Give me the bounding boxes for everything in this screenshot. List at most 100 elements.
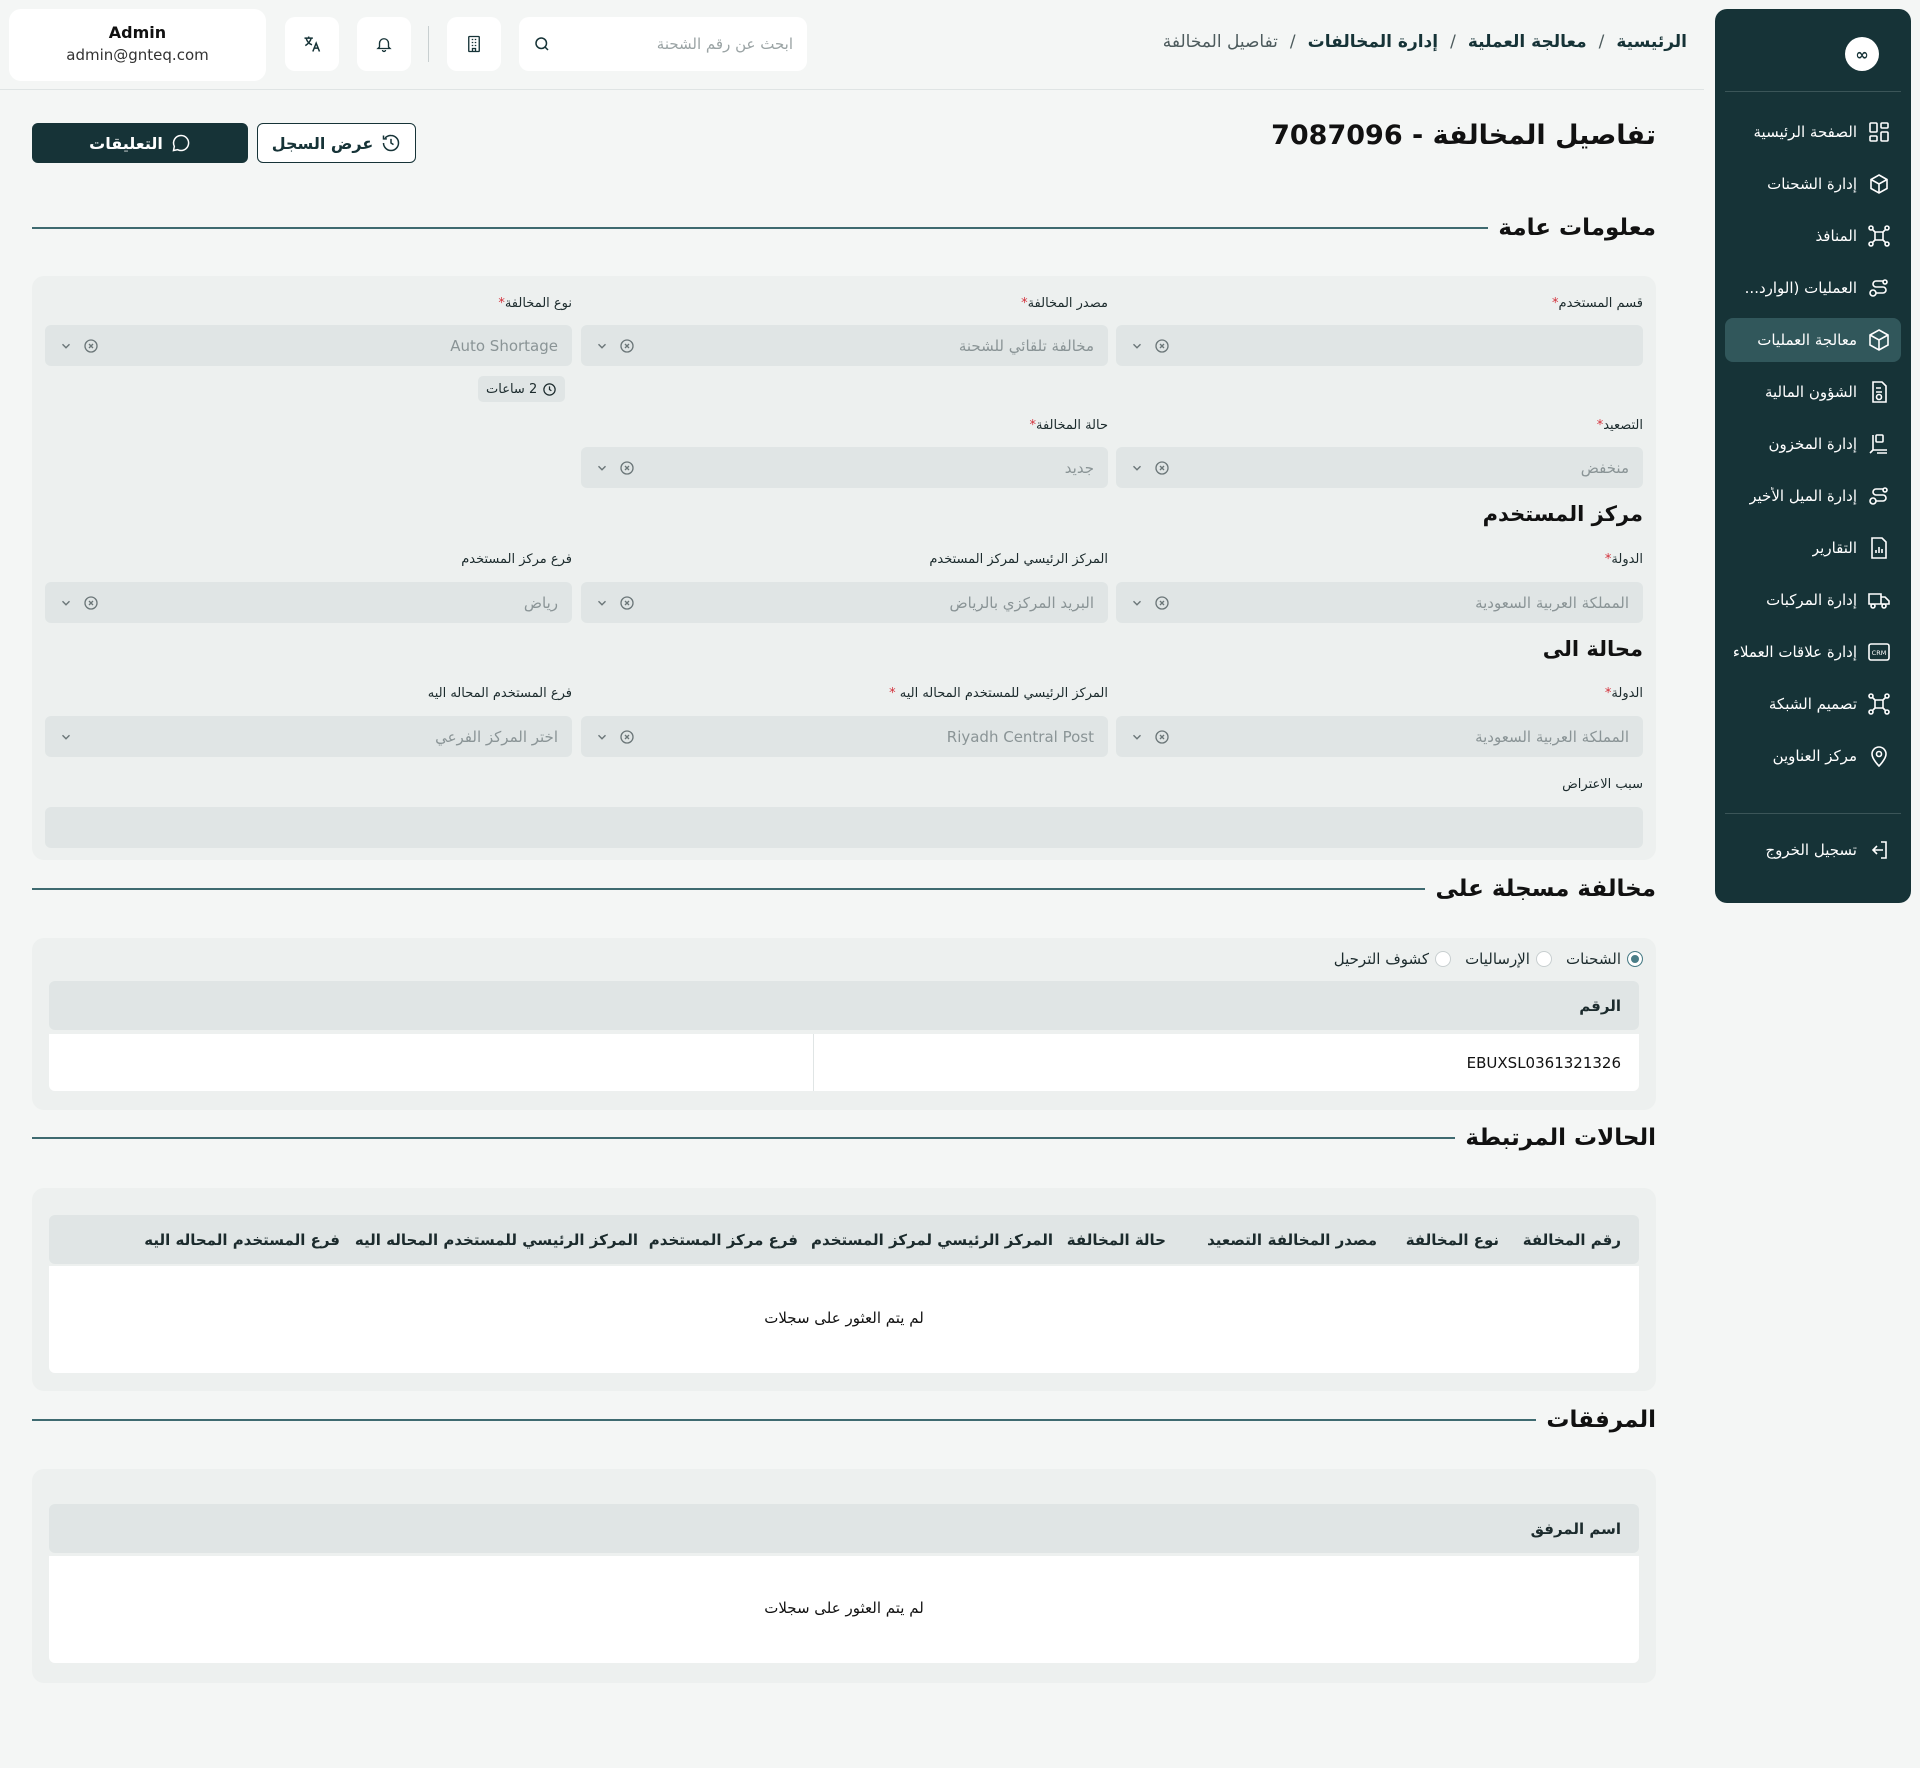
user-dept-select[interactable] xyxy=(1116,325,1643,366)
column-header[interactable]: التصعيد xyxy=(1166,1231,1262,1249)
radio-consignments[interactable]: الإرساليات xyxy=(1465,950,1552,968)
clear-icon[interactable] xyxy=(83,338,99,354)
column-header[interactable]: فرع المستخدم المحاله اليه xyxy=(144,1231,340,1249)
clear-icon[interactable] xyxy=(1154,338,1170,354)
column-header[interactable]: المركز الرئيسي لمركز المستخدم xyxy=(798,1231,1053,1249)
attachments-header: المرفقات xyxy=(32,1407,1656,1433)
column-header-number[interactable]: الرقم xyxy=(1579,997,1621,1015)
column-header-attachment-name[interactable]: اسم المرفق xyxy=(1531,1520,1621,1538)
clear-icon[interactable] xyxy=(83,595,99,611)
chevron-down-icon[interactable] xyxy=(595,596,609,610)
sidebar-divider xyxy=(1725,91,1901,92)
chevron-down-icon[interactable] xyxy=(59,339,73,353)
breadcrumb-separator: / xyxy=(1289,32,1296,52)
sidebar-item-label: العمليات (الوارد... xyxy=(1744,279,1857,297)
radio-dot[interactable] xyxy=(1535,951,1552,967)
search-input[interactable] xyxy=(551,35,793,53)
column-header[interactable]: مصدر المخالفة xyxy=(1262,1231,1377,1249)
source-select[interactable]: مخالفة تلقائي للشحنة xyxy=(581,325,1108,366)
comments-button[interactable]: التعليقات xyxy=(32,123,248,163)
sidebar-item-network-design[interactable]: تصميم الشبكة xyxy=(1725,682,1901,726)
clear-icon[interactable] xyxy=(619,729,635,745)
ref-branch-value: اختر المركز الفرعي xyxy=(435,727,558,746)
report-icon xyxy=(1871,537,1887,559)
main-center-value: البريد المركزي بالرياض xyxy=(949,593,1094,612)
shipment-number: EBUXSL0361321326 xyxy=(1466,1053,1621,1072)
view-history-button[interactable]: عرض السجل xyxy=(257,123,416,163)
chevron-down-icon[interactable] xyxy=(1130,596,1144,610)
sidebar-item-inventory[interactable]: إدارة المخزون xyxy=(1725,422,1901,466)
clear-icon[interactable] xyxy=(619,460,635,476)
chevron-down-icon[interactable] xyxy=(595,730,609,744)
sidebar-item-reports[interactable]: التقارير xyxy=(1725,526,1901,570)
type-select[interactable]: Auto Shortage xyxy=(45,325,572,366)
column-header[interactable]: نوع المخالفة xyxy=(1377,1231,1499,1249)
branch-select[interactable]: رياض xyxy=(45,582,572,623)
chevron-down-icon[interactable] xyxy=(59,730,73,744)
breadcrumb-operations-processing[interactable]: معالجة العملية xyxy=(1468,32,1587,52)
source-label: مصدر المخالفة* xyxy=(1021,296,1108,311)
sidebar-item-last-mile[interactable]: إدارة الميل الأخير xyxy=(1725,474,1901,518)
sidebar-item-operations[interactable]: العمليات (الوارد... xyxy=(1725,266,1901,310)
sidebar-item-dashboard[interactable]: الصفحة الرئيسية xyxy=(1725,110,1901,154)
chevron-down-icon[interactable] xyxy=(595,461,609,475)
svg-text:CRM: CRM xyxy=(1872,649,1887,657)
notifications-button[interactable] xyxy=(357,17,411,71)
translate-icon xyxy=(304,36,321,52)
logout-button[interactable]: تسجيل الخروج xyxy=(1765,838,1891,862)
user-card[interactable]: Admin admin@gnteq.com xyxy=(9,9,266,81)
table-row[interactable]: EBUXSL0361321326 xyxy=(813,1034,1639,1091)
sidebar-item-crm[interactable]: CRM إدارة علاقات العملاء xyxy=(1725,630,1901,674)
breadcrumb-violations-management[interactable]: إدارة المخالفات xyxy=(1308,32,1438,52)
clear-icon[interactable] xyxy=(1154,460,1170,476)
ref-branch-select[interactable]: اختر المركز الفرعي xyxy=(45,716,572,757)
radio-dot[interactable] xyxy=(1435,951,1452,967)
general-info-header: معلومات عامة xyxy=(32,215,1656,241)
breadcrumb-current: تفاصيل المخالفة xyxy=(1162,32,1278,52)
status-value: جديد xyxy=(1064,458,1094,477)
radio-shipments[interactable]: الشحنات xyxy=(1566,950,1643,968)
network-icon xyxy=(1868,693,1890,715)
sidebar-item-address-center[interactable]: مركز العناوين xyxy=(1725,734,1901,778)
clear-icon[interactable] xyxy=(619,595,635,611)
column-header[interactable]: فرع مركز المستخدم xyxy=(638,1231,798,1249)
clear-icon[interactable] xyxy=(1154,595,1170,611)
attachments-card: اسم المرفق لم يتم العثور على سجلات xyxy=(32,1469,1656,1683)
ref-country-select[interactable]: المملكة العربية السعودية xyxy=(1116,716,1643,757)
sidebar-item-operations-processing[interactable]: معالجة العمليات xyxy=(1725,318,1901,362)
breadcrumb-home[interactable]: الرئيسية xyxy=(1616,32,1687,52)
escalation-select[interactable]: منخفض xyxy=(1116,447,1643,488)
radio-dot[interactable] xyxy=(1627,951,1643,967)
radio-label: كشوف الترحيل xyxy=(1333,950,1430,968)
main-center-select[interactable]: البريد المركزي بالرياض xyxy=(581,582,1108,623)
language-button[interactable] xyxy=(285,17,339,71)
status-select[interactable]: جديد xyxy=(581,447,1108,488)
clear-icon[interactable] xyxy=(619,338,635,354)
building-button[interactable] xyxy=(447,17,501,71)
search-icon[interactable] xyxy=(533,35,551,53)
country-select[interactable]: المملكة العربية السعودية xyxy=(1116,582,1643,623)
sidebar-item-shipments[interactable]: إدارة الشحنات xyxy=(1725,162,1901,206)
sidebar-item-vehicles[interactable]: إدارة المركبات xyxy=(1725,578,1901,622)
chevron-down-icon[interactable] xyxy=(1130,461,1144,475)
registered-table-body: EBUXSL0361321326 xyxy=(49,1034,1639,1091)
radio-manifests[interactable]: كشوف الترحيل xyxy=(1333,950,1452,968)
chevron-down-icon[interactable] xyxy=(59,596,73,610)
related-cases-card: رقم المخالفة نوع المخالفة مصدر المخالفة … xyxy=(32,1188,1656,1391)
column-header[interactable]: رقم المخالفة xyxy=(1499,1231,1621,1249)
time-badge: 2 ساعات xyxy=(478,376,566,402)
column-header[interactable]: المركز الرئيسي للمستخدم المحاله اليه xyxy=(340,1231,638,1249)
box-icon xyxy=(1869,329,1889,351)
logo: ∞ xyxy=(1845,37,1879,71)
status-label: حالة المخالفة* xyxy=(1029,418,1108,433)
column-header[interactable]: حالة المخالفة xyxy=(1053,1231,1166,1249)
chevron-down-icon[interactable] xyxy=(1130,730,1144,744)
sidebar-item-finance[interactable]: الشؤون المالية xyxy=(1725,370,1901,414)
section-divider xyxy=(32,227,1489,229)
ref-main-select[interactable]: Riyadh Central Post xyxy=(581,716,1108,757)
chevron-down-icon[interactable] xyxy=(595,339,609,353)
objection-reason-input[interactable] xyxy=(45,807,1643,848)
clear-icon[interactable] xyxy=(1154,729,1170,745)
sidebar-item-ports[interactable]: المنافذ xyxy=(1725,214,1901,258)
chevron-down-icon[interactable] xyxy=(1130,339,1144,353)
